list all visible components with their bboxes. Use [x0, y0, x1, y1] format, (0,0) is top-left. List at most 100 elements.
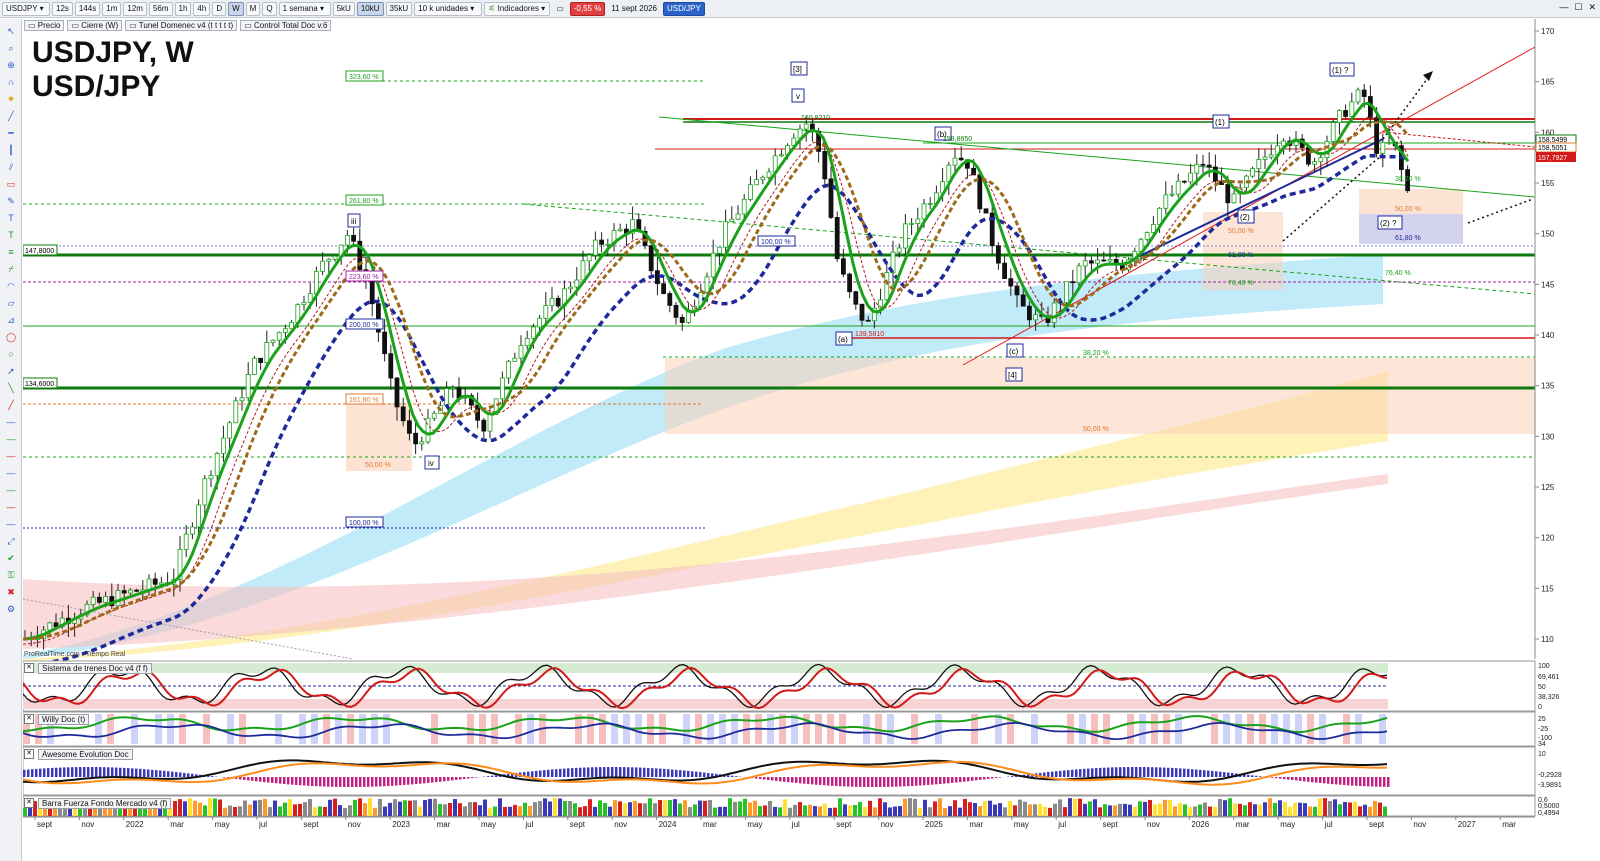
lock-tool-icon[interactable]: ⚿ — [4, 570, 18, 580]
period-select[interactable]: 1 semana ▾ — [278, 1, 331, 16]
wave-label-a[interactable]: (a) — [835, 331, 853, 346]
panel-name-willy[interactable]: Willy Doc (t) — [38, 713, 90, 725]
hline-green2-tool-icon[interactable]: — — [4, 485, 18, 495]
fib-tool-icon[interactable]: ≡ — [4, 247, 18, 257]
line-red-tool-icon[interactable]: ╱ — [4, 400, 18, 410]
maximize-icon[interactable]: ☐ — [1574, 2, 1582, 13]
interval-1h[interactable]: 1h — [174, 1, 192, 16]
settings-tool-icon[interactable]: ⚙ — [4, 604, 18, 614]
interval-56m[interactable]: 56m — [148, 1, 173, 16]
legend-close[interactable]: ▭ Cierre (W) — [67, 19, 123, 31]
fan-tool-icon[interactable]: ⌿ — [4, 264, 18, 274]
unit-35ku[interactable]: 35kU — [385, 1, 413, 16]
wave-label-3[interactable]: [3] — [790, 61, 808, 76]
arc-tool-icon[interactable]: ◠ — [4, 281, 18, 291]
hline-dark-tool-icon[interactable]: — — [4, 468, 18, 478]
interval-m[interactable]: M — [245, 1, 261, 16]
interval-1m[interactable]: 1m — [102, 1, 122, 16]
panel-barra[interactable] — [23, 795, 1536, 817]
interval-144s[interactable]: 144s — [74, 1, 101, 16]
cursor-sync-tool-icon[interactable]: ⤢ — [4, 536, 18, 546]
legend-price[interactable]: ▭ Precio — [24, 19, 65, 31]
circle-tool-icon[interactable]: ○ — [4, 349, 18, 359]
fib-label-100b[interactable]: 100,00 % — [757, 235, 796, 247]
legend-tunel[interactable]: ▭ Tunel Domenec v4 (t t t t t) — [125, 19, 238, 31]
line-green-tool-icon[interactable]: ╲ — [4, 383, 18, 393]
rect-tool-icon[interactable]: ▭ — [4, 179, 18, 189]
wave-label-iii[interactable]: iii — [347, 213, 361, 228]
panel-close-icon[interactable]: ✕ — [24, 714, 34, 724]
units-select[interactable]: 10 k unidades ▾ — [414, 1, 483, 16]
measure-tool-icon[interactable]: ⊿ — [4, 315, 18, 325]
hline-red2-tool-icon[interactable]: — — [4, 502, 18, 512]
panel-name-barra[interactable]: Barra Fuerza Fondo Mercado v4 (f) — [38, 797, 172, 809]
hline-blue2-tool-icon[interactable]: — — [4, 519, 18, 529]
panel-close-icon[interactable]: ✕ — [24, 663, 34, 673]
panel-trenes[interactable] — [23, 660, 1536, 712]
legend-control[interactable]: ▭ Control Total Doc v.6 — [240, 19, 332, 31]
interval-d[interactable]: D — [212, 1, 227, 16]
minimize-icon[interactable]: — — [1559, 2, 1568, 13]
close-icon[interactable]: ✕ — [1588, 2, 1596, 13]
barra-bar — [1223, 800, 1227, 816]
wave-label-2[interactable]: (2) — [1237, 209, 1255, 224]
time-axis[interactable]: sept nov 2022 mar may jul sept nov 2023 mar may jul… — [23, 816, 1535, 829]
text-tool-icon[interactable]: T — [4, 213, 18, 223]
text-color-tool-icon[interactable]: T — [4, 230, 18, 240]
zoom-tool-icon[interactable]: ⌕ — [4, 43, 18, 53]
pointer-tool-icon[interactable]: ↖ — [4, 26, 18, 36]
interval-q[interactable]: Q — [262, 1, 277, 16]
trendline-tool-icon[interactable]: ╱ — [4, 111, 18, 121]
zoom-in-tool-icon[interactable]: ⊕ — [4, 60, 18, 70]
fib-label-223[interactable]: 223,60 % — [345, 270, 384, 282]
indicators-button[interactable]: ⚟ Indicadores ▾ — [484, 1, 551, 16]
wave-label-c[interactable]: (c) — [1006, 343, 1024, 358]
interval-12s[interactable]: 12s — [52, 1, 73, 16]
channel-tool-icon[interactable]: ⫽ — [4, 162, 18, 172]
delete-tool-icon[interactable]: ✖ — [4, 587, 18, 597]
panel-name-awesome[interactable]: Awesome Evolution Doc — [38, 748, 133, 760]
barra-bar — [598, 800, 602, 816]
hline-green-tool-icon[interactable]: — — [4, 434, 18, 444]
awesome-bar — [395, 777, 398, 786]
wave-label-1[interactable]: (1) — [1212, 114, 1230, 129]
barra-bar — [428, 798, 432, 816]
interval-12m[interactable]: 12m — [123, 1, 147, 16]
fib-label-100a[interactable]: 100,00 % — [345, 516, 384, 528]
wave-label-2q[interactable]: (2) ? — [1377, 215, 1403, 230]
unit-5ku[interactable]: 5kU — [332, 1, 355, 16]
vline-tool-icon[interactable]: ┃ — [4, 145, 18, 155]
panel-awesome[interactable] — [23, 746, 1536, 796]
fib-label-200[interactable]: 200,00 % — [345, 318, 384, 330]
panel-close-icon[interactable]: ✕ — [24, 749, 34, 759]
interval-w[interactable]: W — [228, 1, 244, 16]
wave-label-1q[interactable]: (1) ? — [1329, 62, 1355, 77]
panel-name-trenes[interactable]: Sistema de trenes Doc v4 (f f) — [38, 662, 152, 674]
hline-tool-icon[interactable]: ━ — [4, 128, 18, 138]
interval-4h[interactable]: 4h — [193, 1, 211, 16]
fib-label-161[interactable]: 161,80 % — [345, 393, 384, 405]
arrow-tool-icon[interactable]: ➚ — [4, 366, 18, 376]
panel-close-icon[interactable]: ✕ — [24, 798, 34, 808]
check-tool-icon[interactable]: ✔ — [4, 553, 18, 563]
hline-red-tool-icon[interactable]: — — [4, 451, 18, 461]
ellipse-tool-icon[interactable]: ◯ — [4, 332, 18, 342]
price-chart[interactable]: 323,60 % 261,80 % 223,60 % 200,00 % 161,… — [23, 19, 1600, 861]
magnet-tool-icon[interactable]: ∩ — [4, 77, 18, 87]
wave-label-v[interactable]: v — [791, 88, 805, 103]
hline-blue-tool-icon[interactable]: — — [4, 417, 18, 427]
symbol-selector[interactable]: USDJPY ▾ — [2, 1, 50, 16]
unit-10ku[interactable]: 10kU — [356, 1, 384, 16]
fib-label-323[interactable]: 323,60 % — [345, 70, 384, 82]
panel-willy[interactable] — [23, 711, 1536, 747]
level-tag-147[interactable]: 147,8000 — [23, 244, 58, 256]
ruler-tool-icon[interactable]: ▱ — [4, 298, 18, 308]
price-axis[interactable]: 170165160155150145140135130125120115110 — [1534, 19, 1555, 659]
wave-label-4[interactable]: [4] — [1005, 367, 1023, 382]
fib-label-261[interactable]: 261,80 % — [345, 194, 384, 206]
toolbar-tools-icon[interactable]: ▭ — [552, 2, 568, 16]
wave-label-iv[interactable]: iv — [424, 455, 440, 470]
level-tag-134[interactable]: 134,6000 — [23, 377, 58, 389]
pen-tool-icon[interactable]: ✎ — [4, 196, 18, 206]
bulb-tool-icon[interactable]: ✷ — [4, 94, 18, 104]
